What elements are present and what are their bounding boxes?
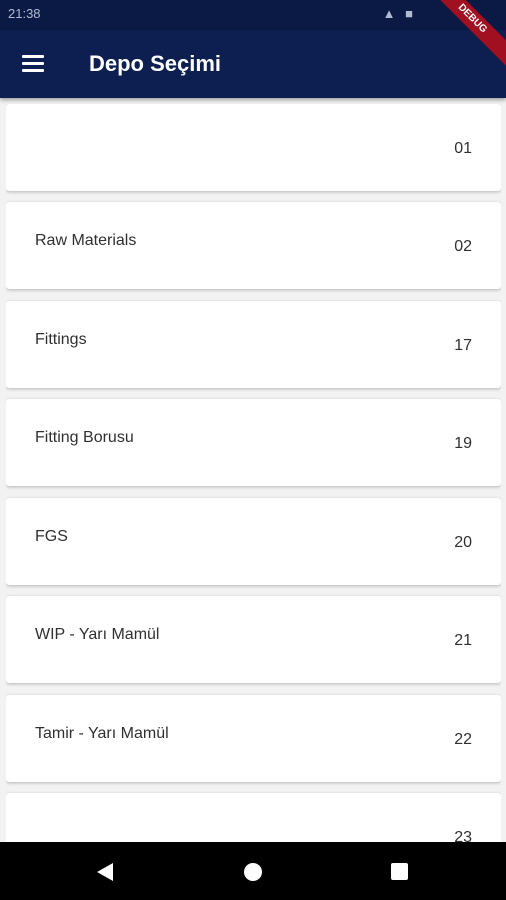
warehouse-name: Fittings [35, 331, 87, 348]
home-icon[interactable] [244, 863, 262, 881]
warehouse-item[interactable]: WIP - Yarı Mamül 21 [6, 596, 501, 683]
warehouse-item[interactable]: Raw Materials 02 [6, 202, 501, 289]
warehouse-name: FGS [35, 528, 68, 545]
warehouse-code: 21 [454, 632, 472, 649]
system-nav-bar [0, 842, 506, 900]
warehouse-item[interactable]: FGS 20 [6, 498, 501, 585]
warehouse-code: 19 [454, 435, 472, 452]
warehouse-code: 01 [454, 140, 472, 157]
warehouse-item[interactable]: 01 [6, 104, 501, 191]
page-title: Depo Seçimi [89, 51, 222, 76]
warehouse-code: 20 [454, 534, 472, 551]
app-bar: Depo Seçimi [0, 30, 506, 98]
status-bar: 21:38 ▲ ■ [0, 0, 506, 30]
warehouse-list[interactable]: 01 Raw Materials 02 Fittings 17 Fitting … [6, 104, 501, 842]
warehouse-code: 22 [454, 731, 472, 748]
recent-apps-icon[interactable] [391, 863, 408, 880]
warehouse-code: 17 [454, 337, 472, 354]
warehouse-name: Fitting Borusu [35, 429, 134, 446]
status-time: 21:38 [8, 6, 41, 21]
menu-icon[interactable] [20, 52, 48, 76]
warehouse-name: Raw Materials [35, 232, 137, 249]
warehouse-name: Tamir - Yarı Mamül [35, 725, 169, 742]
warehouse-item[interactable]: Tamir - Yarı Mamül 22 [6, 695, 501, 782]
status-icons: ▲ ■ [382, 6, 416, 21]
warehouse-item[interactable]: Fitting Borusu 19 [6, 399, 501, 486]
warehouse-name: WIP - Yarı Mamül [35, 626, 160, 643]
warehouse-code: 02 [454, 238, 472, 255]
warehouse-item[interactable]: Fittings 17 [6, 301, 501, 388]
warehouse-code: 23 [454, 829, 472, 842]
warehouse-item[interactable]: 23 [6, 793, 501, 842]
back-icon[interactable] [97, 863, 113, 881]
